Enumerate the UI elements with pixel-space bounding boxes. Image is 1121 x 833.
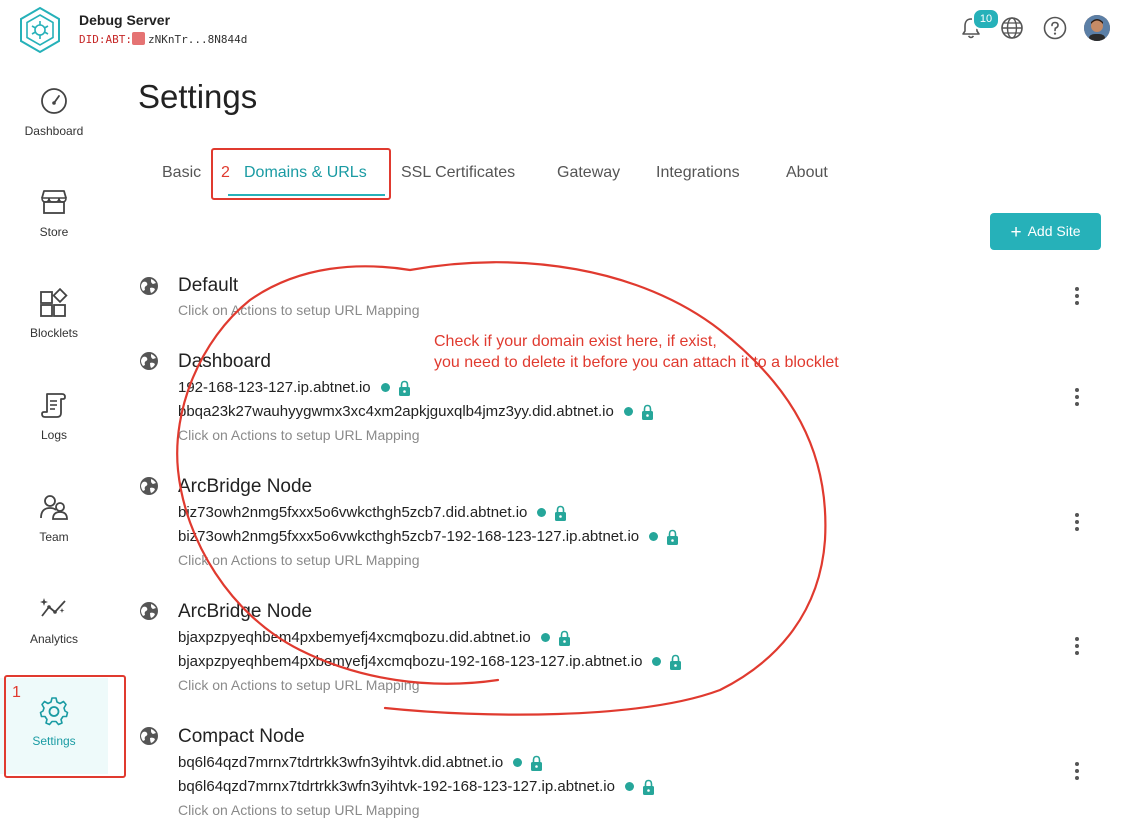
user-avatar[interactable] [1084,15,1110,41]
site-url[interactable]: 192-168-123-127.ip.abtnet.io [178,379,411,396]
gauge-icon [41,88,67,114]
tab-basic[interactable]: Basic [162,164,201,182]
lock-icon [667,529,679,545]
status-dot [380,383,390,392]
status-dot [623,407,633,416]
site-url-text: bq6l64qzd7mrnx7tdrtrkk3wfn3yihtvk.did.ab… [178,754,504,771]
site-name: Compact Node [178,726,305,747]
annotation-step-1: 1 [12,684,21,701]
status-dot [540,633,550,642]
site-url-text: bq6l64qzd7mrnx7tdrtrkk3wfn3yihtvk-192-16… [178,778,615,795]
status-dot [649,532,659,541]
site-hint: Click on Actions to setup URL Mapping [178,677,420,693]
more-actions-icon[interactable] [1067,760,1087,782]
page-title: Settings [138,78,258,115]
annotation-box-settings [4,675,126,778]
site-url-text: biz73owh2nmg5fxxx5o6vwkcthgh5zcb7-192-16… [178,528,640,545]
status-dot [537,508,547,517]
globe-icon [140,277,158,295]
site-url-text: bjaxpzpyeqhbem4pxbemyefj4xcmqbozu-192-16… [178,653,643,670]
blocks-icon [40,288,68,317]
sidebar-item-logs[interactable]: Logs [0,390,108,470]
globe-icon [140,727,158,745]
site-url-text: bjaxpzpyeqhbem4pxbemyefj4xcmqbozu.did.ab… [178,629,531,646]
user-avatar-icon [1084,15,1110,41]
help-icon[interactable] [1042,15,1068,41]
sidebar-item-blocklets[interactable]: Blocklets [0,288,108,368]
lock-icon [398,380,410,396]
app-logo-icon [20,6,60,54]
analytics-icon [40,598,66,617]
sidebar-item-label: Team [39,530,69,544]
status-dot [624,782,634,791]
sidebar-item-analytics[interactable]: Analytics [0,594,108,674]
did-prefix: DID:ABT: [79,33,132,46]
did-avatar-icon [131,32,145,45]
annotation-step-2: 2 [221,164,230,181]
site-hint: Click on Actions to setup URL Mapping [178,427,420,443]
add-site-label: Add Site [1027,223,1081,239]
site-url[interactable]: bjaxpzpyeqhbem4pxbemyefj4xcmqbozu.did.ab… [178,629,571,646]
tab-about[interactable]: About [786,164,828,182]
scroll-icon [41,393,66,418]
more-actions-icon[interactable] [1067,511,1087,533]
site-name: Dashboard [178,351,271,372]
team-icon [40,495,68,520]
notification-badge: 10 [972,8,1000,30]
add-site-button[interactable]: + Add Site [990,213,1101,250]
site-url[interactable]: biz73owh2nmg5fxxx5o6vwkcthgh5zcb7.did.ab… [178,504,567,521]
site-hint: Click on Actions to setup URL Mapping [178,802,420,818]
annotation-note-line: Check if your domain exist here, if exis… [434,333,717,350]
site-name: ArcBridge Node [178,476,313,497]
lock-icon [670,654,682,670]
site-url-text: 192-168-123-127.ip.abtnet.io [178,379,371,396]
annotation-note-line: you need to delete it before you can att… [434,354,839,371]
site-name: ArcBridge Node [178,601,313,622]
annotation-box-domains-tab [211,148,391,200]
lock-icon [555,505,567,521]
more-actions-icon[interactable] [1067,635,1087,657]
site-url[interactable]: biz73owh2nmg5fxxx5o6vwkcthgh5zcb7-192-16… [178,528,679,545]
sidebar-item-label: Dashboard [24,124,84,138]
tab-integrations[interactable]: Integrations [656,164,740,182]
globe-icon [140,352,158,370]
site-url[interactable]: bbqa23k27wauhyygwmx3xc4xm2apkjguxqlb4jmz… [178,403,654,420]
sidebar-item-dashboard[interactable]: Dashboard [0,86,108,166]
plus-icon: + [1010,222,1022,243]
site-url-text: biz73owh2nmg5fxxx5o6vwkcthgh5zcb7.did.ab… [178,504,528,521]
lock-icon [558,630,570,646]
language-globe-icon[interactable] [999,15,1025,41]
sidebar-item-label: Analytics [29,632,79,646]
server-did[interactable]: DID:ABT: zNKnTr...8N844d [79,32,247,46]
lock-icon [642,779,654,795]
lock-icon [641,404,653,420]
site-url-text: bbqa23k27wauhyygwmx3xc4xm2apkjguxqlb4jmz… [178,403,614,420]
more-actions-icon[interactable] [1067,285,1087,307]
sidebar-item-store[interactable]: Store [0,187,108,267]
site-url[interactable]: bq6l64qzd7mrnx7tdrtrkk3wfn3yihtvk.did.ab… [178,754,543,771]
sidebar-item-label: Store [39,225,69,239]
site-url[interactable]: bjaxpzpyeqhbem4pxbemyefj4xcmqbozu-192-16… [178,653,682,670]
sidebar-item-label: Logs [40,428,68,442]
site-url[interactable]: bq6l64qzd7mrnx7tdrtrkk3wfn3yihtvk-192-16… [178,778,655,795]
did-value: zNKnTr...8N844d [147,33,248,46]
tab-gateway[interactable]: Gateway [557,164,620,182]
store-icon [41,190,67,214]
site-hint: Click on Actions to setup URL Mapping [178,302,420,318]
status-dot [513,758,523,767]
globe-icon [140,477,158,495]
sidebar-item-label: Blocklets [29,326,79,340]
lock-icon [531,755,543,771]
sidebar-item-team[interactable]: Team [0,492,108,572]
app-title: Debug Server [79,12,171,28]
globe-icon [140,602,158,620]
tab-ssl-certificates[interactable]: SSL Certificates [401,164,515,182]
status-dot [652,657,662,666]
site-name: Default [178,275,239,296]
site-hint: Click on Actions to setup URL Mapping [178,552,420,568]
annotation-note: Check if your domain exist here, if exis… [434,331,839,373]
more-actions-icon[interactable] [1067,386,1087,408]
